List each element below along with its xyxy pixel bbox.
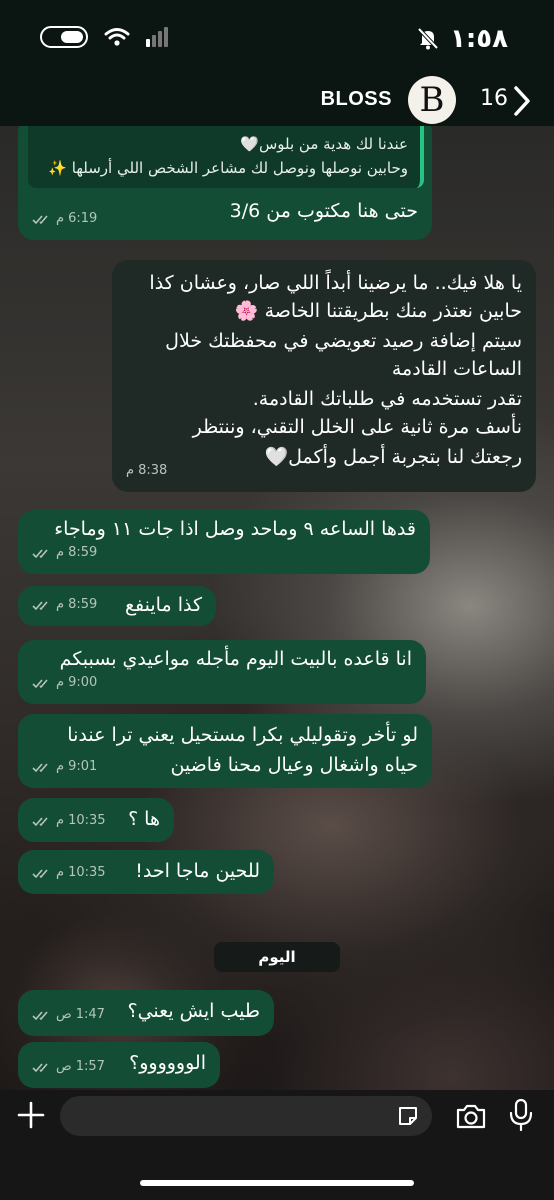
message-meta: م 8:38 xyxy=(126,458,167,484)
message-text: حتى هنا مكتوب من 3/6 xyxy=(229,200,418,222)
message-time: 1:47 xyxy=(75,1007,105,1022)
message-line: حابين نعتذر منك بطريقتنا الخاصة 🌸 xyxy=(234,300,522,322)
message-text: للحين ماجا احد! xyxy=(135,860,260,882)
message-meta: ص 1:57 xyxy=(32,1054,105,1080)
message-line: رجعتك لنا بتجربة أجمل وأكمل🤍 xyxy=(264,446,522,468)
message-line: تقدر تستخدمه في طلباتك القادمة. xyxy=(252,388,522,410)
message-time: 9:01 xyxy=(68,759,98,774)
double-check-icon xyxy=(32,762,48,772)
message-bubble-outgoing[interactable]: الوووووو؟ ص 1:57 xyxy=(18,1042,220,1088)
message-text: كذا ماينفع xyxy=(124,594,202,616)
message-line: نأسف مرة ثانية على الخلل التقني، وننتظر xyxy=(192,416,522,438)
message-bubble-outgoing[interactable]: عندنا لك هدية من بلوس🤍 وحابين نوصلها ونو… xyxy=(18,126,432,240)
message-text: ها ؟ xyxy=(128,808,160,830)
camera-icon[interactable] xyxy=(455,1102,487,1130)
wifi-icon xyxy=(104,28,130,46)
chat-header: 16 B BLOSS xyxy=(0,76,554,126)
double-check-icon xyxy=(32,548,48,558)
message-time: 8:59 xyxy=(68,545,98,560)
double-check-icon xyxy=(32,868,48,878)
unread-count[interactable]: 16 xyxy=(480,86,508,111)
status-time: ١:٥٨ xyxy=(449,24,508,54)
message-line: يا هلا فيك.. ما يرضينا أبداً اللي صار، و… xyxy=(149,272,522,294)
quoted-message[interactable]: عندنا لك هدية من بلوس🤍 وحابين نوصلها ونو… xyxy=(28,126,424,188)
quoted-line: عندنا لك هدية من بلوس🤍 xyxy=(240,135,408,153)
message-ampm: م xyxy=(56,865,65,880)
quoted-line: وحابين نوصلها ونوصل لك مشاعر الشخص اللي … xyxy=(48,159,408,177)
message-text: طيب ايش يعني؟ xyxy=(127,1000,261,1022)
message-ampm: م xyxy=(56,545,65,560)
message-meta: م 10:35 xyxy=(32,860,106,886)
avatar[interactable]: B xyxy=(408,76,456,124)
message-bubble-outgoing[interactable]: ها ؟ م 10:35 xyxy=(18,798,174,842)
day-separator: اليوم xyxy=(214,942,340,972)
chat-area[interactable]: عندنا لك هدية من بلوس🤍 وحابين نوصلها ونو… xyxy=(0,126,554,1090)
double-check-icon xyxy=(32,1062,48,1072)
chevron-left-icon[interactable] xyxy=(508,84,534,118)
message-time: 1:57 xyxy=(75,1059,105,1074)
message-line: سيتم إضافة رصيد تعويضي في محفظتك خلال xyxy=(165,330,522,352)
toggle-icon xyxy=(40,26,88,48)
message-meta: م 8:59 xyxy=(32,592,97,618)
home-indicator[interactable] xyxy=(140,1180,414,1186)
message-bubble-incoming[interactable]: يا هلا فيك.. ما يرضينا أبداً اللي صار، و… xyxy=(112,260,536,492)
message-ampm: م xyxy=(56,211,65,226)
sticker-icon[interactable] xyxy=(396,1104,420,1128)
double-check-icon xyxy=(32,214,48,224)
message-ampm: م xyxy=(56,675,65,690)
message-time: 8:59 xyxy=(68,597,98,612)
message-time: 9:00 xyxy=(68,675,98,690)
message-bubble-outgoing[interactable]: كذا ماينفع م 8:59 xyxy=(18,586,216,626)
message-bubble-outgoing[interactable]: للحين ماجا احد! م 10:35 xyxy=(18,850,274,894)
message-meta: م 8:59 xyxy=(32,540,97,566)
message-ampm: ص xyxy=(56,1007,72,1022)
message-time: 8:38 xyxy=(138,463,168,478)
signal-icon xyxy=(146,27,168,47)
double-check-icon xyxy=(32,678,48,688)
message-time: 10:35 xyxy=(68,865,106,880)
contact-name[interactable]: BLOSS xyxy=(321,88,392,111)
message-line: لو تأخر وتقوليلي بكرا مستحيل يعني ترا عن… xyxy=(67,724,418,746)
message-ampm: ص xyxy=(56,1059,72,1074)
message-ampm: م xyxy=(56,813,65,828)
message-bubble-outgoing[interactable]: طيب ايش يعني؟ ص 1:47 xyxy=(18,990,274,1036)
message-text: قدها الساعه ٩ وماحد وصل اذا جات ١١ وماجا… xyxy=(54,518,416,540)
message-line: حياه واشغال وعيال محنا فاضين xyxy=(170,754,418,776)
double-check-icon xyxy=(32,600,48,610)
message-meta: ص 1:47 xyxy=(32,1002,105,1028)
status-bar: ١:٥٨ xyxy=(0,0,554,76)
plus-icon[interactable] xyxy=(16,1100,46,1130)
message-meta: م 9:00 xyxy=(32,670,97,696)
message-ampm: م xyxy=(126,463,135,478)
message-time: 6:19 xyxy=(68,211,98,226)
microphone-icon[interactable] xyxy=(508,1098,534,1132)
message-meta: م 10:35 xyxy=(32,808,106,834)
bell-off-icon xyxy=(417,27,439,50)
message-input[interactable] xyxy=(60,1096,432,1136)
message-line: الساعات القادمة xyxy=(391,358,522,380)
message-meta: م 6:19 xyxy=(32,206,97,232)
message-bubble-outgoing[interactable]: قدها الساعه ٩ وماحد وصل اذا جات ١١ وماجا… xyxy=(18,510,430,574)
message-bubble-outgoing[interactable]: انا قاعده بالبيت اليوم مأجله مواعيدي بسب… xyxy=(18,640,426,704)
double-check-icon xyxy=(32,1010,48,1020)
message-bubble-outgoing[interactable]: لو تأخر وتقوليلي بكرا مستحيل يعني ترا عن… xyxy=(18,714,432,788)
message-ampm: م xyxy=(56,597,65,612)
double-check-icon xyxy=(32,816,48,826)
message-text: انا قاعده بالبيت اليوم مأجله مواعيدي بسب… xyxy=(59,648,412,670)
message-ampm: م xyxy=(56,759,65,774)
message-text: الوووووو؟ xyxy=(129,1052,206,1074)
status-left-icons xyxy=(40,26,170,48)
message-time: 10:35 xyxy=(68,813,106,828)
message-meta: م 9:01 xyxy=(32,754,97,780)
